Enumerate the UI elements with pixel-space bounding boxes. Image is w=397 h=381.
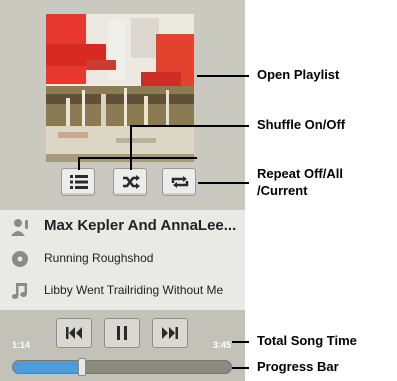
track-title: Libby Went Trailriding Without Me: [44, 283, 224, 297]
callout-repeat-line1: Repeat Off/All: [257, 166, 343, 181]
callout-line-playlist-horz: [78, 157, 197, 159]
callout-progress-bar: Progress Bar: [257, 359, 339, 374]
callout-line-total: [232, 341, 249, 343]
list-icon: [70, 175, 88, 189]
album-row: Running Roughshod: [0, 244, 245, 274]
elapsed-time: 1:14: [12, 340, 31, 350]
progress-fill: [13, 361, 83, 373]
callout-line-playlist: [197, 75, 249, 77]
music-player-screen: Max Kepler And AnnaLee... Running Roughs…: [0, 0, 245, 381]
album-name: Running Roughshod: [44, 251, 154, 265]
artist-name: Max Kepler And AnnaLee...: [44, 217, 237, 234]
transport-bar: 1:14 3:45: [0, 310, 245, 381]
callout-line-repeat: [198, 182, 249, 184]
progress-bar[interactable]: [12, 360, 232, 374]
artist-row: Max Kepler And AnnaLee...: [0, 212, 245, 242]
pause-button[interactable]: [104, 318, 140, 348]
track-row: Libby Went Trailriding Without Me: [0, 276, 245, 306]
next-button[interactable]: [152, 318, 188, 348]
shuffle-icon: [123, 175, 140, 189]
callout-line-progress: [232, 367, 249, 369]
repeat-button[interactable]: [162, 168, 196, 196]
previous-button[interactable]: [56, 318, 92, 348]
repeat-icon: [171, 176, 189, 188]
callout-line-shuffle-vert: [130, 126, 132, 170]
track-info-panel: Max Kepler And AnnaLee... Running Roughs…: [0, 210, 245, 310]
callout-repeat-line2: /Current: [257, 183, 308, 198]
music-note-icon: [11, 283, 27, 299]
skip-previous-icon: [66, 327, 82, 339]
callout-line-playlist-vert: [78, 158, 80, 170]
open-playlist-button[interactable]: [61, 168, 95, 196]
callout-total-time: Total Song Time: [257, 333, 357, 348]
album-icon: [12, 251, 28, 267]
pause-icon: [117, 326, 127, 340]
artist-icon: [11, 219, 28, 236]
skip-next-icon: [162, 327, 178, 339]
progress-thumb[interactable]: [77, 358, 86, 376]
total-time: 3:45: [213, 340, 232, 350]
callout-shuffle: Shuffle On/Off: [257, 117, 346, 132]
shuffle-button[interactable]: [113, 168, 147, 196]
callout-line-shuffle: [130, 125, 249, 127]
callout-open-playlist: Open Playlist: [257, 67, 340, 82]
album-art: [46, 14, 194, 162]
